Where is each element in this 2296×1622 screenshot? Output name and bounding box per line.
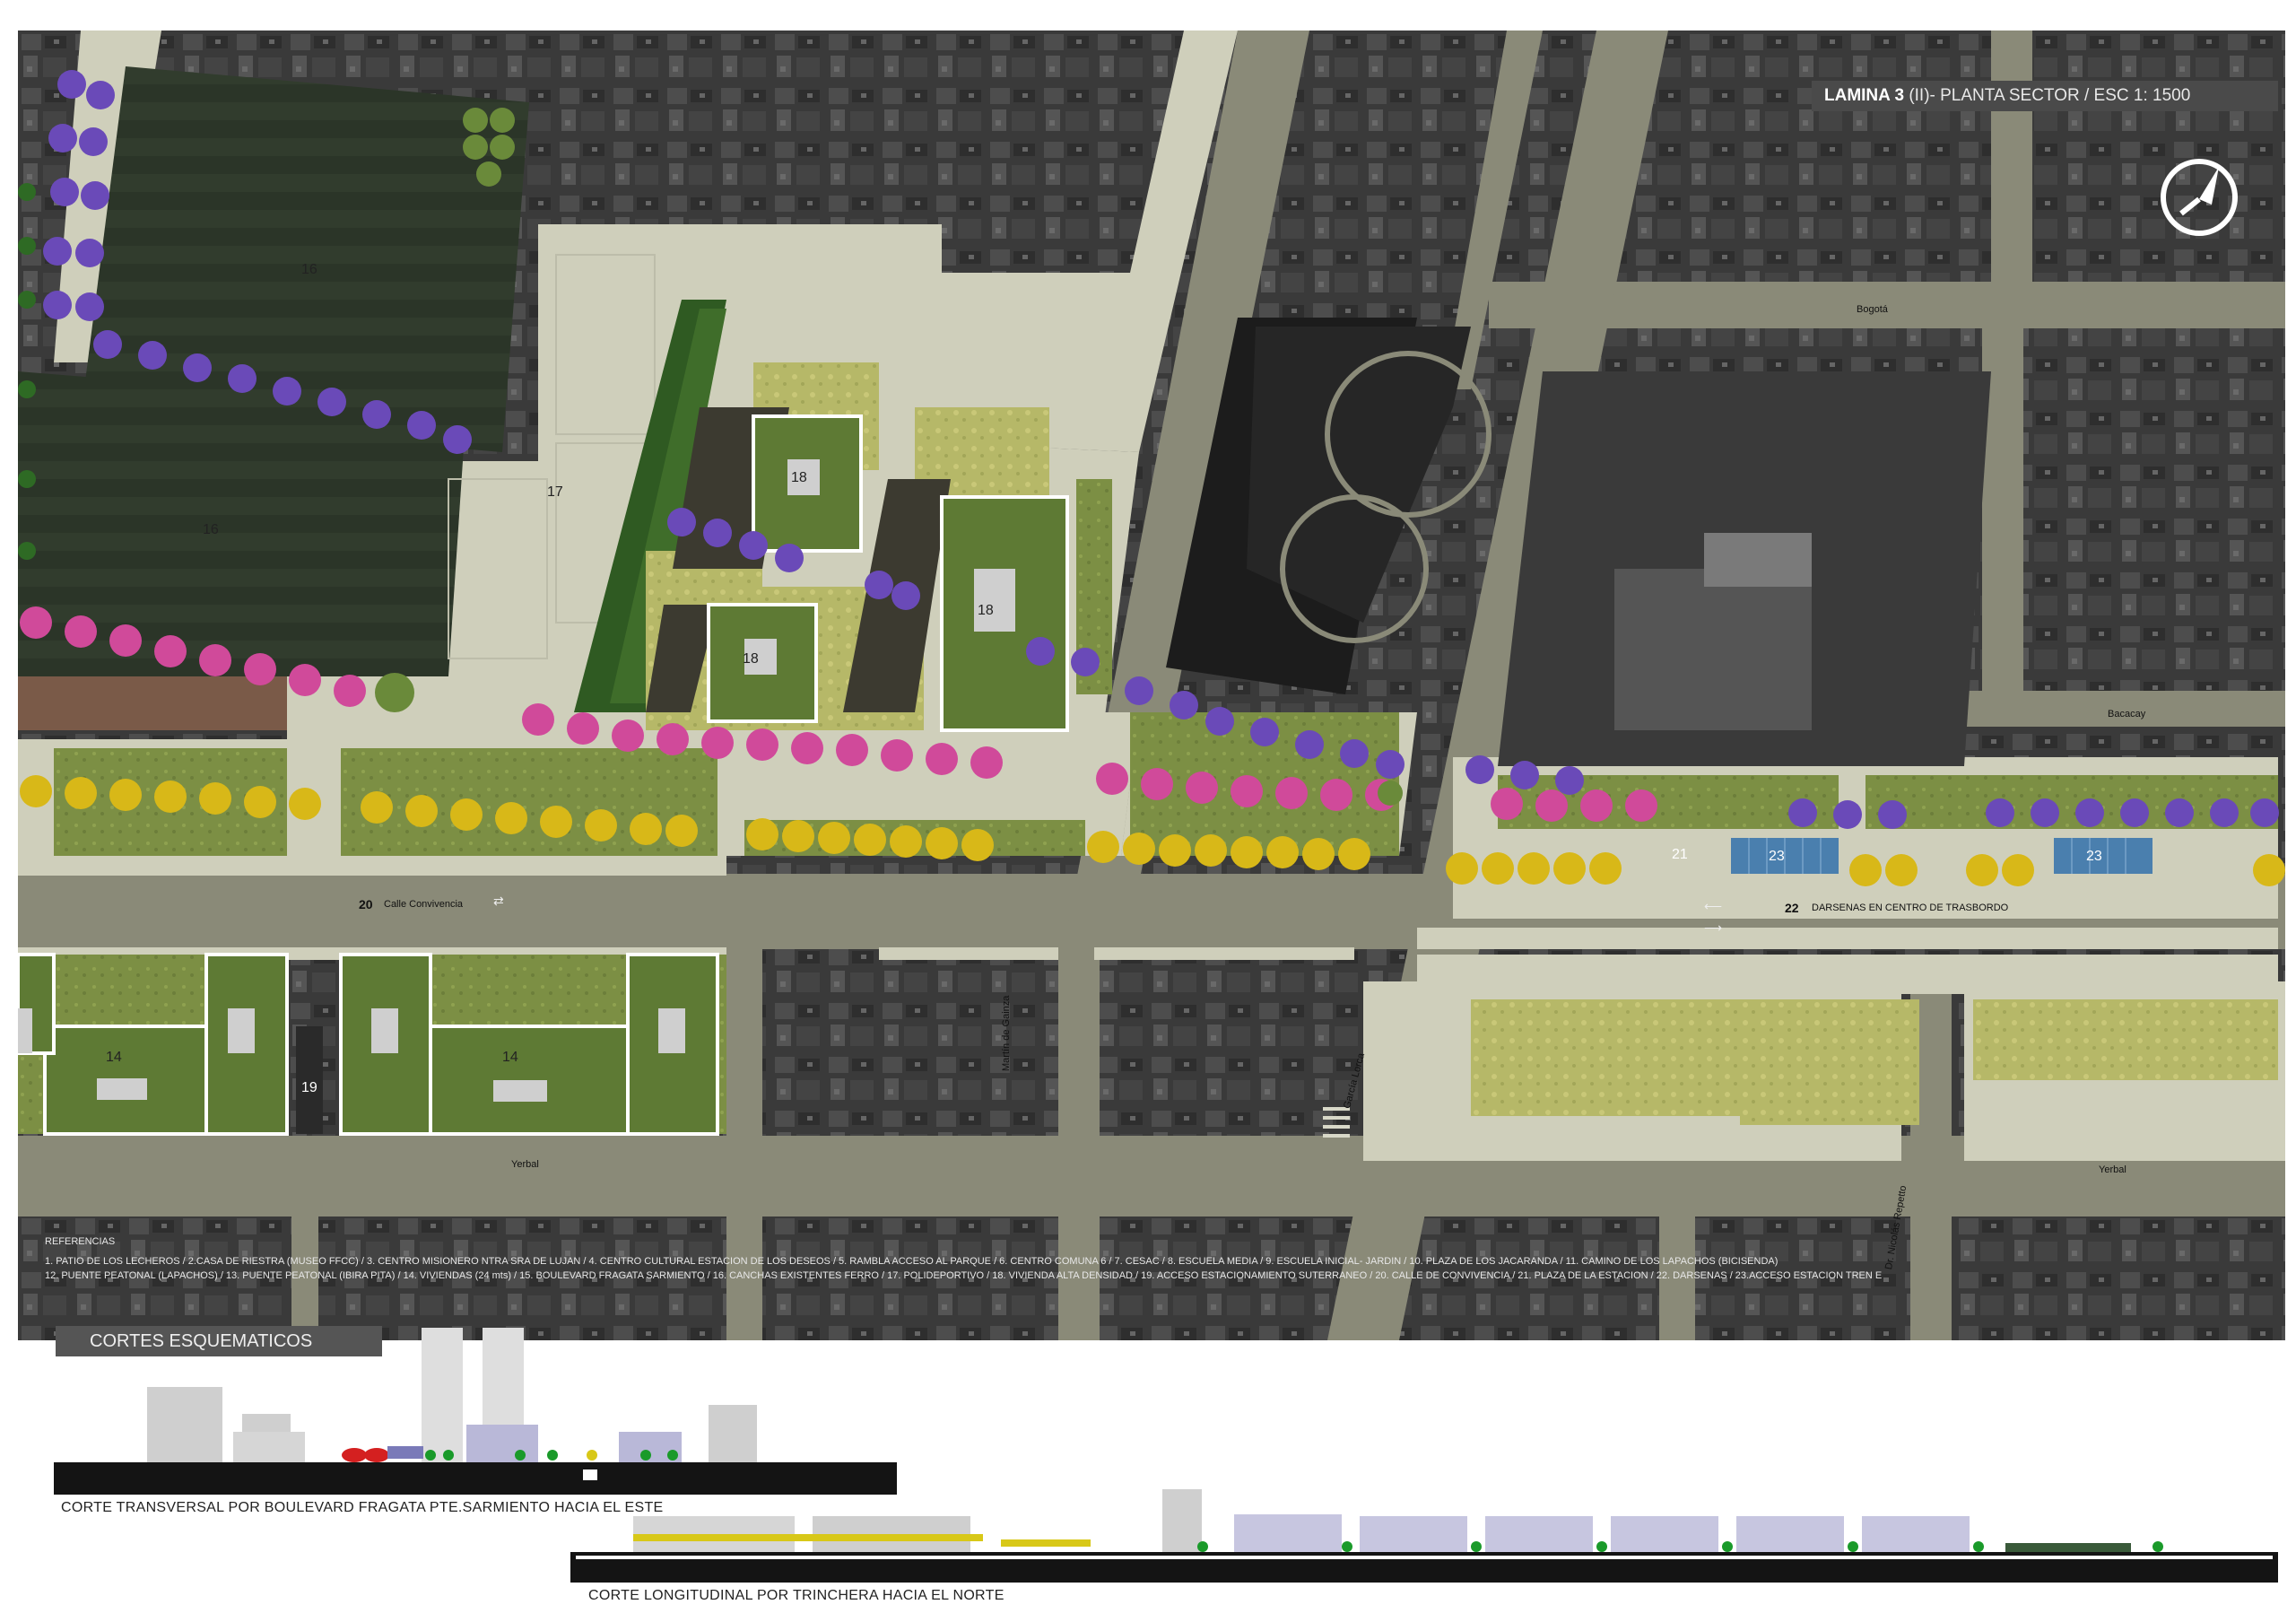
- plot-17: 17: [547, 484, 563, 500]
- plot-16-lower: 16: [203, 522, 219, 537]
- plot-14-a: 14: [106, 1050, 122, 1065]
- darsenas-number: 22: [1785, 901, 1799, 915]
- plot-19: 19: [301, 1080, 317, 1095]
- plot-18-c: 18: [743, 651, 759, 667]
- plot-21: 21: [1672, 847, 1688, 862]
- references-line-1: 1. PATIO DE LOS LECHEROS / 2.CASA DE RIE…: [45, 1256, 1779, 1267]
- calle-convivencia-number: 20: [359, 897, 373, 911]
- street-bacacay: Bacacay: [2108, 709, 2146, 719]
- plot-18-a: 18: [791, 470, 807, 485]
- north-arrow-icon: [2161, 159, 2238, 236]
- plot-16-upper: 16: [301, 262, 317, 277]
- street-yerbal-right: Yerbal: [2099, 1164, 2126, 1175]
- calle-convivencia-label: Calle Convivencia: [384, 899, 464, 910]
- sheet-number: LAMINA 3: [1824, 86, 1905, 105]
- darsenas-label: DARSENAS EN CENTRO DE TRASBORDO: [1812, 903, 2009, 913]
- sheet-title-bar: LAMINA 3 (II)- PLANTA SECTOR / ESC 1: 15…: [1812, 81, 2278, 111]
- section-transversal-drawing: [54, 1328, 897, 1495]
- site-plan-drawing: [18, 31, 2285, 1340]
- two-way-arrow-icon: ⇄: [493, 894, 504, 908]
- section-longitudinal-label: CORTE LONGITUDINAL POR TRINCHERA HACIA E…: [588, 1588, 1004, 1603]
- plot-23-a: 23: [1769, 849, 1785, 864]
- site-plan: LAMINA 3 (II)- PLANTA SECTOR / ESC 1: 15…: [18, 31, 2285, 1340]
- references-heading: REFERENCIAS: [45, 1236, 116, 1247]
- section-longitudinal-drawing: [570, 1489, 2278, 1583]
- references-line-2: 12. PUENTE PEATONAL (LAPACHOS) / 13. PUE…: [45, 1270, 1883, 1281]
- sheet-subtitle: (II)- PLANTA SECTOR / ESC 1: 1500: [1909, 86, 2191, 105]
- plot-18-b: 18: [978, 603, 994, 618]
- street-martin-de-gainza: Martín de Gainza: [1001, 995, 1012, 1071]
- right-arrow-icon: ⟶: [1704, 920, 1723, 935]
- plot-23-b: 23: [2086, 849, 2102, 864]
- left-arrow-icon: ⟵: [1704, 899, 1723, 913]
- street-bogota: Bogotá: [1857, 304, 1888, 315]
- plot-14-b: 14: [502, 1050, 518, 1065]
- street-yerbal-left: Yerbal: [511, 1159, 539, 1170]
